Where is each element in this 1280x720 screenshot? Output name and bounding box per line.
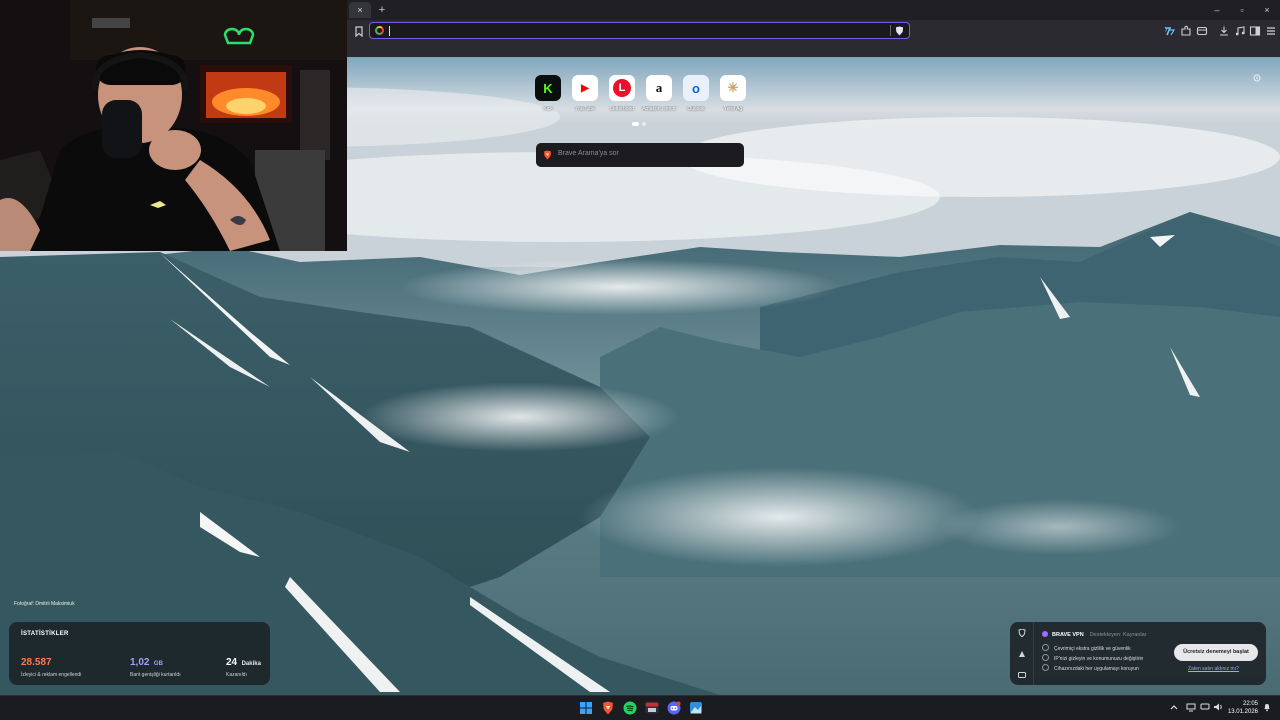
photo-credit[interactable]: Fotoğraf: Dmitrii Maksimiuk bbox=[14, 601, 75, 607]
vpn-powered-by: Destekleyen: Kayranlar bbox=[1089, 632, 1147, 638]
address-bar[interactable] bbox=[369, 22, 910, 39]
time-saved-unit: Dakika bbox=[241, 661, 261, 667]
time-saved-stat: 24 Dakika Kazanıldı bbox=[226, 652, 261, 678]
stats-title: İSTATİSTİKLER bbox=[21, 631, 69, 637]
windows-taskbar: 22:05 13.01.2026 bbox=[0, 695, 1280, 720]
brave-lion-icon bbox=[544, 150, 551, 160]
photos-app-icon[interactable] bbox=[689, 701, 703, 715]
windows-start-icon[interactable] bbox=[579, 701, 593, 715]
top-site-tile[interactable]: ✳ Yerel Ağ bbox=[720, 75, 746, 112]
top-site-label: Kick bbox=[543, 106, 553, 112]
gear-icon[interactable] bbox=[1252, 73, 1262, 83]
top-site-tile[interactable]: ▶ YouTube bbox=[572, 75, 598, 112]
top-sites-pagination[interactable] bbox=[632, 122, 646, 126]
trackers-blocked-value: 28.587 bbox=[21, 657, 52, 668]
vpn-shield-icon[interactable] bbox=[1018, 629, 1026, 637]
top-site-tile[interactable]: L Letterboxd bbox=[609, 75, 635, 112]
maximize-button[interactable]: ▫ bbox=[1230, 2, 1254, 18]
page-dot[interactable] bbox=[642, 122, 646, 126]
top-site-label: Letterboxd bbox=[610, 106, 634, 112]
spotify-icon[interactable] bbox=[623, 701, 637, 715]
browser-toolbar: ⁷ bbox=[347, 20, 1280, 57]
top-site-tile[interactable]: a Amazon.com.tr bbox=[642, 75, 676, 112]
widget-rail bbox=[1010, 622, 1034, 685]
local-site-icon: ✳ bbox=[720, 75, 746, 101]
network-icon[interactable] bbox=[1186, 702, 1196, 712]
bandwidth-saved-stat: 1,02 GB Bant genişliği kurtarıldı bbox=[130, 652, 181, 678]
vpn-feature: Çevrimiçi ekstra gizlilik ve güvenlik bbox=[1042, 644, 1131, 652]
media-controls-icon[interactable] bbox=[1234, 25, 1246, 37]
time-saved-value: 24 bbox=[226, 657, 238, 668]
top-site-tile[interactable]: K Kick bbox=[535, 75, 561, 112]
address-bar-divider bbox=[890, 25, 891, 36]
wallet-icon[interactable] bbox=[1196, 25, 1208, 37]
system-clock[interactable]: 22:05 13.01.2026 bbox=[1228, 700, 1258, 716]
top-site-label: Yerel Ağ bbox=[723, 106, 743, 112]
display-icon[interactable] bbox=[1200, 702, 1210, 712]
amazon-icon: a bbox=[646, 75, 672, 101]
clock-date: 13.01.2026 bbox=[1227, 709, 1258, 715]
chevron-up-icon[interactable] bbox=[1169, 702, 1179, 712]
extensions-icon[interactable] bbox=[1180, 25, 1192, 37]
top-site-tile[interactable]: o Outlook bbox=[683, 75, 709, 112]
top-site-label: Amazon.com.tr bbox=[642, 106, 676, 112]
top-site-label: Outlook bbox=[687, 106, 705, 112]
sidebar-toggle-icon[interactable] bbox=[1249, 25, 1261, 37]
already-purchased-link[interactable]: Zaten satın aldınız mı? bbox=[1188, 666, 1239, 672]
trackers-blocked-stat: 28.587 İzleyici & reklam engellendi bbox=[21, 652, 81, 678]
letterboxd-glyph: L bbox=[613, 79, 631, 97]
talk-icon[interactable] bbox=[1018, 671, 1026, 679]
minimize-button[interactable]: – bbox=[1205, 2, 1229, 18]
vpn-title: BRAVE VPN bbox=[1052, 632, 1084, 638]
clock-time: 22:05 bbox=[1242, 701, 1258, 707]
start-trial-button[interactable]: Ücretsiz denemeyi başlat bbox=[1174, 644, 1258, 661]
downloads-icon[interactable] bbox=[1218, 25, 1230, 37]
vpn-feature: Cihazınızdaki her uygulamayı koruyun bbox=[1042, 664, 1139, 672]
brave-shields-icon[interactable] bbox=[895, 26, 904, 36]
brave-search-box[interactable]: Brave Arama'ya sor bbox=[536, 143, 744, 167]
top-sites-grid: K Kick ▶ YouTube L Letterboxd a Amazon.c… bbox=[535, 75, 746, 112]
new-tab-button[interactable]: + bbox=[375, 2, 389, 18]
time-saved-caption: Kazanıldı bbox=[226, 672, 247, 678]
notification-bell-icon[interactable] bbox=[1262, 702, 1272, 712]
volume-icon[interactable] bbox=[1213, 702, 1223, 712]
close-window-button[interactable]: × bbox=[1255, 2, 1279, 18]
google-search-icon bbox=[375, 26, 384, 35]
page-dot-active[interactable] bbox=[632, 122, 639, 126]
bookmark-icon[interactable] bbox=[352, 24, 366, 38]
outlook-icon: o bbox=[683, 75, 709, 101]
url-input[interactable] bbox=[390, 24, 870, 37]
triangle-icon[interactable] bbox=[1018, 650, 1026, 658]
top-site-label: YouTube bbox=[575, 106, 595, 112]
vpn-header: BRAVE VPN Destekleyen: Kayranlar bbox=[1042, 631, 1147, 638]
bandwidth-saved-caption: Bant genişliği kurtarıldı bbox=[130, 672, 181, 678]
search-placeholder: Brave Arama'ya sor bbox=[558, 150, 619, 157]
kick-icon: K bbox=[535, 75, 561, 101]
youtube-icon: ▶ bbox=[572, 75, 598, 101]
trackers-blocked-caption: İzleyici & reklam engellendi bbox=[21, 672, 82, 678]
brave-vpn-widget: BRAVE VPN Destekleyen: Kayranlar Çevrimiç… bbox=[1010, 622, 1266, 685]
bandwidth-saved-unit: GB bbox=[153, 661, 163, 667]
vpn-feature: IP'nizi gizleyin ve konumunuzu değiştiri… bbox=[1042, 654, 1143, 662]
webcam-overlay bbox=[0, 0, 347, 251]
leo-ai-icon[interactable]: ⁷ bbox=[1163, 25, 1175, 37]
streaming-app-icon[interactable] bbox=[645, 701, 659, 715]
discord-icon[interactable] bbox=[667, 701, 681, 715]
menu-icon[interactable] bbox=[1265, 25, 1277, 37]
streamer-camera-feed bbox=[0, 0, 347, 251]
tab-close-button[interactable]: × bbox=[349, 2, 371, 18]
letterboxd-icon: L bbox=[609, 75, 635, 101]
bandwidth-saved-value: 1,02 bbox=[130, 657, 150, 668]
tab-strip: × + – ▫ × bbox=[347, 0, 1280, 20]
vpn-logo-icon bbox=[1042, 631, 1048, 637]
brave-browser-icon[interactable] bbox=[601, 701, 615, 715]
stats-widget: İSTATİSTİKLER 28.587 İzleyici & reklam e… bbox=[9, 622, 270, 685]
